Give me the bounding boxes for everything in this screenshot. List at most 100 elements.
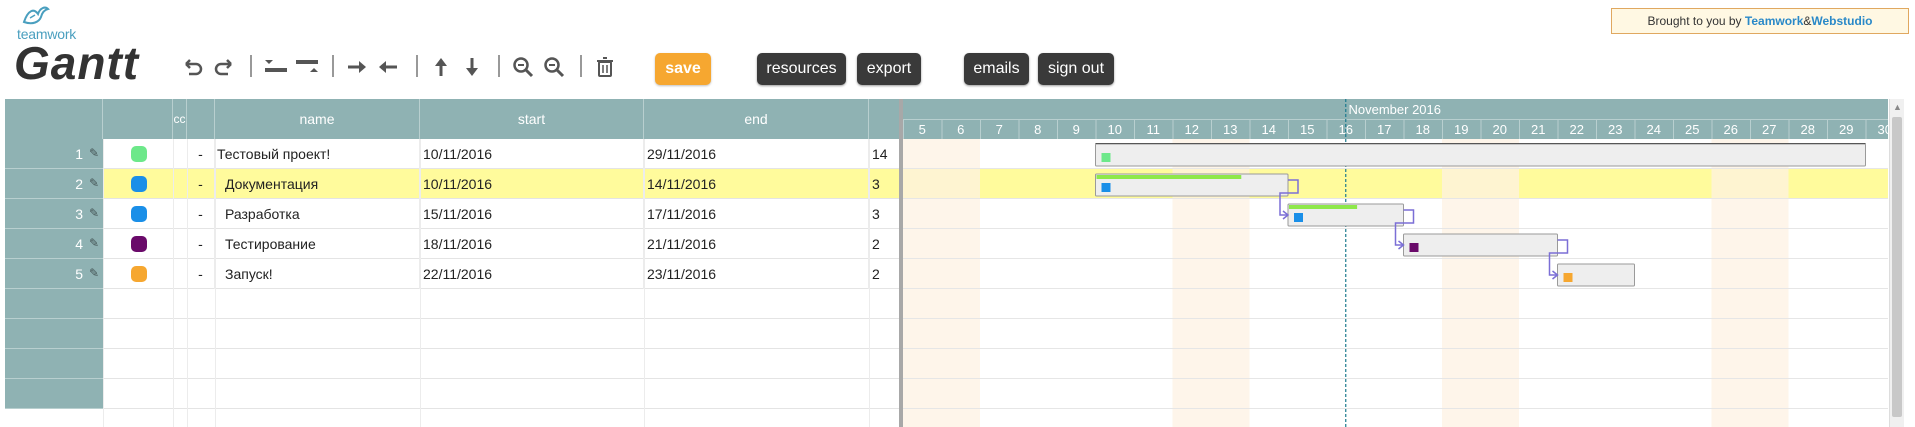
header-name[interactable]: name [215, 99, 420, 139]
day-label: 24 [1647, 122, 1661, 137]
weekend-column [1711, 139, 1750, 427]
table-row[interactable]: 3 ✎ - Разработка 15/11/2016 17/11/2016 3 [5, 199, 901, 229]
webstudio-link[interactable]: Webstudio [1811, 14, 1872, 28]
task-duration[interactable]: 3 [869, 169, 901, 199]
toolbar-separator [580, 55, 582, 77]
table-row[interactable]: 5 ✎ - Запуск! 22/11/2016 23/11/2016 2 [5, 259, 901, 289]
task-color-swatch[interactable] [131, 146, 147, 162]
zoom-out-icon[interactable] [541, 54, 567, 80]
toolbar-separator [498, 55, 500, 77]
task-color-swatch[interactable] [131, 206, 147, 222]
toolbar-separator [332, 55, 334, 77]
edit-pencil-icon[interactable]: ✎ [89, 176, 99, 190]
table-row[interactable]: 4 ✎ - Тестирование 18/11/2016 21/11/2016… [5, 229, 901, 259]
task-start[interactable]: 10/11/2016 [420, 139, 644, 169]
move-down-icon[interactable] [459, 54, 485, 80]
insert-below-icon[interactable] [293, 54, 321, 80]
task-duration[interactable]: 3 [869, 199, 901, 229]
move-up-icon[interactable] [428, 54, 454, 80]
header-start[interactable]: start [420, 99, 644, 139]
weekend-column [941, 139, 980, 427]
task-end[interactable]: 21/11/2016 [644, 229, 869, 259]
table-row[interactable]: 2 ✎ - Документация 10/11/2016 14/11/2016… [5, 169, 901, 199]
task-grid: cc name start end 1 ✎ - Тестовый проект!… [5, 99, 901, 427]
column-divider [187, 139, 188, 427]
column-divider [215, 139, 216, 427]
undo-icon[interactable] [180, 54, 206, 80]
scroll-thumb[interactable] [1892, 117, 1902, 417]
task-name[interactable]: Тестирование [215, 229, 420, 259]
save-button[interactable]: save [655, 53, 711, 85]
teamwork-link[interactable]: Teamwork [1745, 14, 1803, 28]
weekend-column [903, 139, 942, 427]
column-divider [644, 139, 645, 427]
weekend-column [1750, 139, 1789, 427]
sign-out-button[interactable]: sign out [1038, 53, 1114, 85]
edit-pencil-icon[interactable]: ✎ [89, 236, 99, 250]
brought-amp: & [1803, 14, 1812, 28]
day-label: 19 [1454, 122, 1468, 137]
task-end[interactable]: 14/11/2016 [644, 169, 869, 199]
task-name[interactable]: Разработка [215, 199, 420, 229]
outdent-icon[interactable] [375, 54, 401, 80]
header-code[interactable]: cc [173, 99, 187, 139]
task-progress [1096, 175, 1242, 179]
toolbar-separator [416, 55, 418, 77]
task-color-swatch[interactable] [131, 266, 147, 282]
logo: teamwork Gantt [14, 2, 164, 92]
zoom-in-icon[interactable] [510, 54, 536, 80]
day-label: 11 [1147, 122, 1161, 137]
task-bar-swatch [1563, 273, 1573, 282]
table-row[interactable] [5, 379, 901, 409]
task-end[interactable]: 23/11/2016 [644, 259, 869, 289]
task-start[interactable]: 18/11/2016 [420, 229, 644, 259]
task-color-swatch[interactable] [131, 176, 147, 192]
scroll-up-icon[interactable]: ▲ [1893, 102, 1902, 112]
task-name[interactable]: Документация [215, 169, 420, 199]
task-code: - [187, 169, 215, 199]
task-end[interactable]: 17/11/2016 [644, 199, 869, 229]
header-end[interactable]: end [644, 99, 869, 139]
task-end[interactable]: 29/11/2016 [644, 139, 869, 169]
task-color-swatch[interactable] [131, 236, 147, 252]
row-number-cell: 5 ✎ [5, 259, 103, 289]
task-bar[interactable] [1403, 233, 1558, 257]
table-row[interactable] [5, 289, 901, 319]
indent-icon[interactable] [344, 54, 370, 80]
emails-button[interactable]: emails [964, 53, 1029, 85]
table-row[interactable]: 1 ✎ - Тестовый проект! 10/11/2016 29/11/… [5, 139, 901, 169]
table-row[interactable] [5, 349, 901, 379]
resources-button[interactable]: resources [757, 53, 846, 85]
task-name[interactable]: Запуск! [215, 259, 420, 289]
task-start[interactable]: 22/11/2016 [420, 259, 644, 289]
row-number-cell: 4 ✎ [5, 229, 103, 259]
day-label: 29 [1839, 122, 1853, 137]
task-duration[interactable]: 14 [869, 139, 901, 169]
day-label: 20 [1493, 122, 1507, 137]
task-name[interactable]: Тестовый проект! [215, 139, 420, 169]
edit-pencil-icon[interactable]: ✎ [89, 146, 99, 160]
vertical-scrollbar[interactable]: ▲ [1889, 99, 1904, 427]
edit-pencil-icon[interactable]: ✎ [89, 266, 99, 280]
edit-pencil-icon[interactable]: ✎ [89, 206, 99, 220]
task-duration[interactable]: 2 [869, 259, 901, 289]
gantt-chart: November 2016 5 6 7 8 9 10 11 12 13 14 15 16 17 18 19 20… [903, 99, 1888, 427]
column-divider [173, 139, 174, 427]
task-start[interactable]: 15/11/2016 [420, 199, 644, 229]
task-duration[interactable]: 2 [869, 229, 901, 259]
task-bar[interactable] [1095, 143, 1866, 167]
day-label: 17 [1377, 122, 1391, 137]
day-label: 25 [1685, 122, 1699, 137]
row-number: 5 [75, 266, 83, 282]
row-number-cell: 1 ✎ [5, 139, 103, 169]
redo-icon[interactable] [211, 54, 237, 80]
day-label: 18 [1416, 122, 1430, 137]
column-divider [420, 139, 421, 427]
header-color [103, 99, 173, 139]
delete-icon[interactable] [592, 54, 618, 80]
table-row[interactable] [5, 319, 901, 349]
export-button[interactable]: export [857, 53, 921, 85]
insert-above-icon[interactable] [262, 54, 290, 80]
task-start[interactable]: 10/11/2016 [420, 169, 644, 199]
day-label: 27 [1762, 122, 1776, 137]
